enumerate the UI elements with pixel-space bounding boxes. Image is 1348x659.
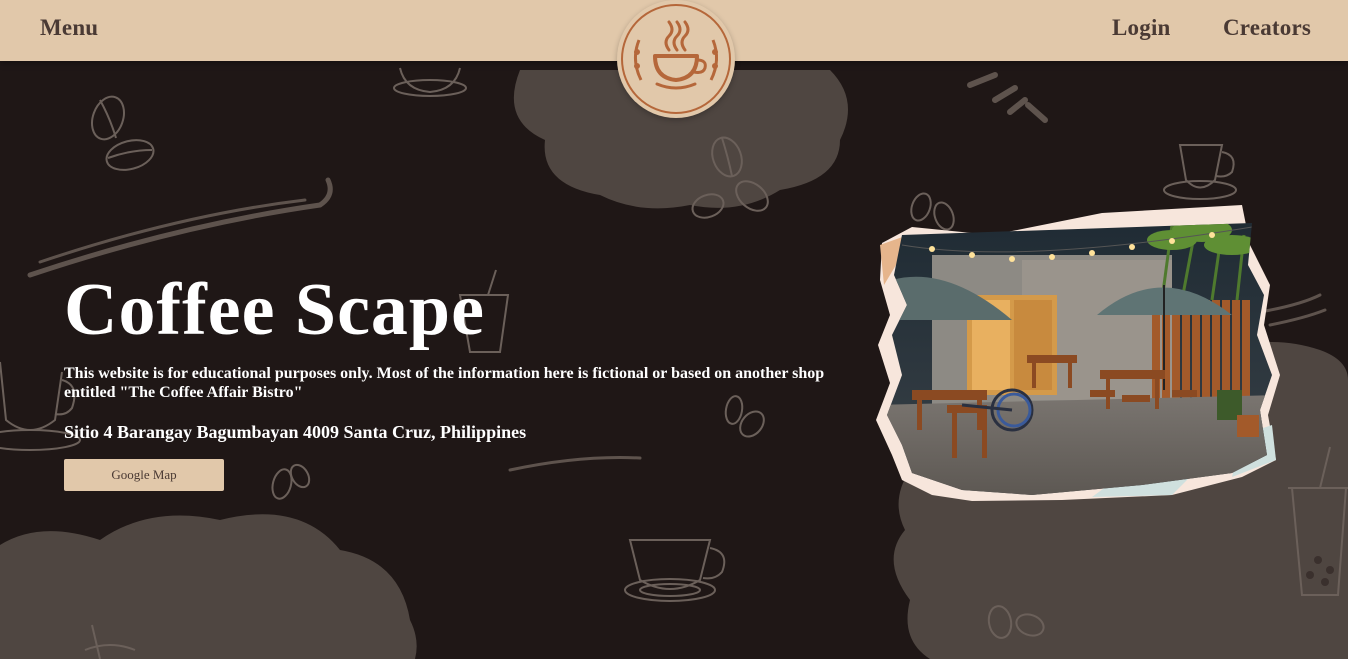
bottom-left-cloud — [0, 514, 417, 659]
cafe-photo — [872, 205, 1282, 505]
coffee-cup-logo-icon — [621, 4, 731, 114]
hero-address: Sitio 4 Barangay Bagumbayan 4009 Santa C… — [64, 422, 527, 442]
menu-link[interactable]: Menu — [40, 15, 98, 41]
login-link[interactable]: Login — [1112, 15, 1171, 41]
hero-description: This website is for educational purposes… — [64, 365, 825, 401]
site-logo[interactable] — [617, 0, 735, 118]
cafe-outdoor-photo — [876, 205, 1280, 501]
page: Menu Login Creators Coffee Scape This we… — [0, 0, 1348, 659]
hero-title: Coffee Scape — [64, 269, 485, 351]
creators-link[interactable]: Creators — [1223, 15, 1311, 41]
google-map-button[interactable]: Google Map — [64, 459, 224, 491]
